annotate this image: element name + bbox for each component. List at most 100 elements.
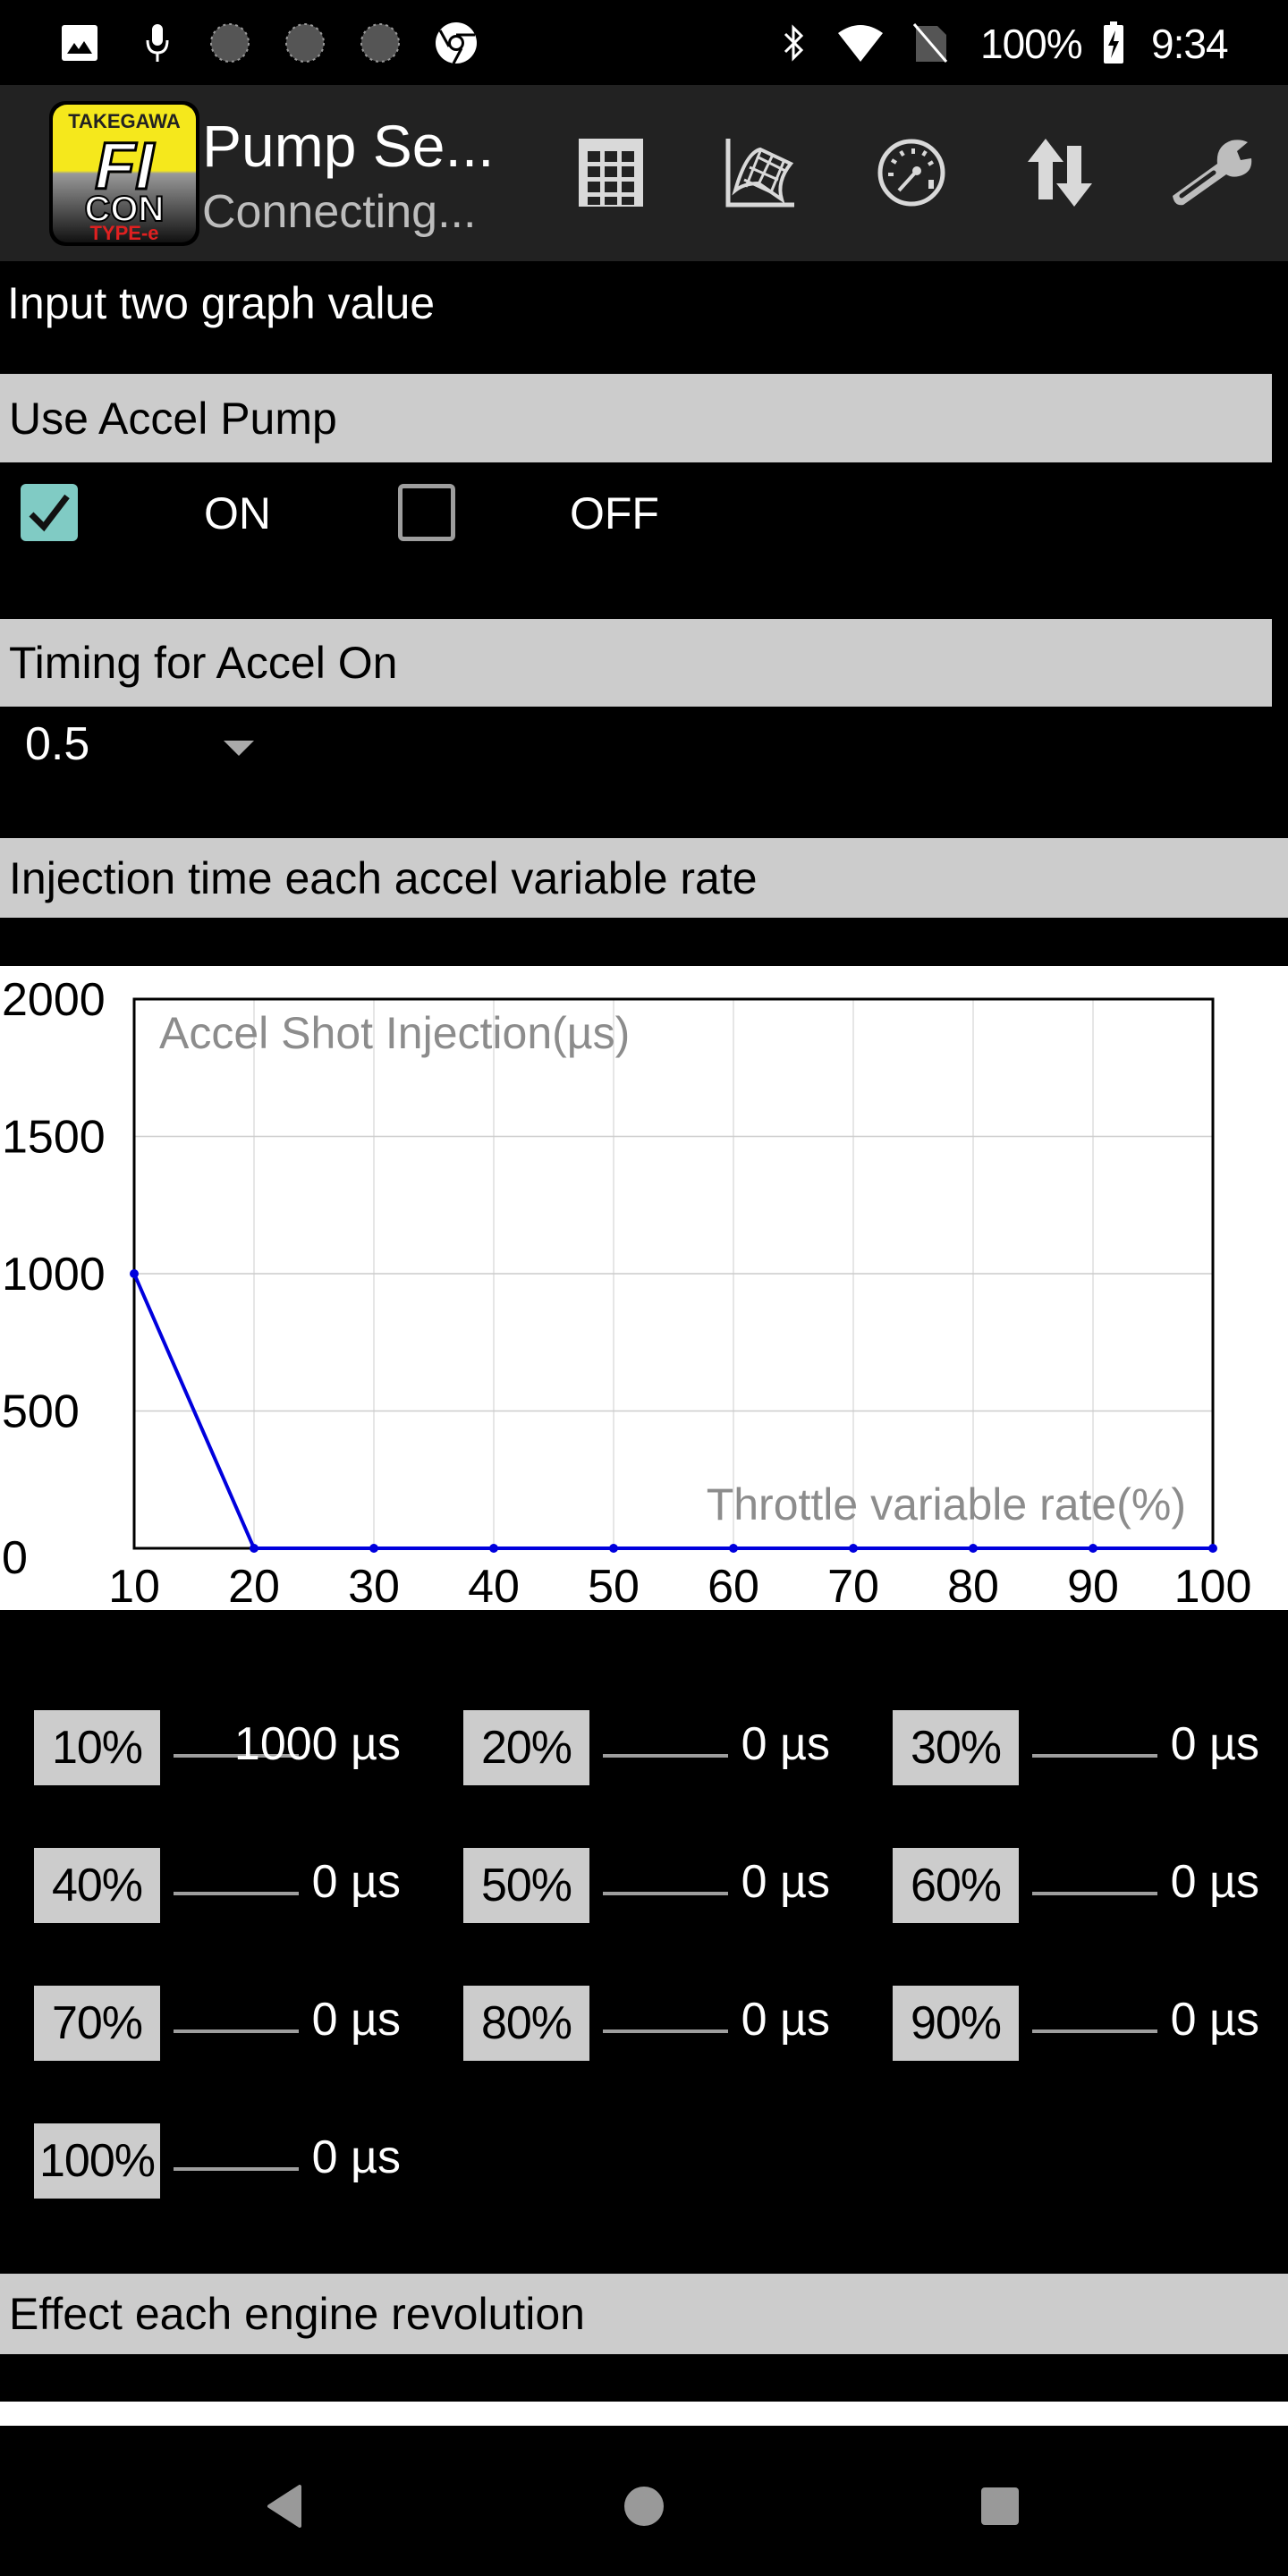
checkmark-icon bbox=[29, 494, 70, 532]
loading-icon bbox=[208, 22, 252, 64]
throttle-rate-button[interactable]: 40% bbox=[34, 1848, 160, 1923]
map-3d-graph-button[interactable] bbox=[711, 125, 809, 224]
x-tick-label: 50 bbox=[588, 1561, 640, 1610]
injection-cell: 10% 1000 µs bbox=[34, 1710, 428, 1785]
3d-graph-icon bbox=[723, 137, 798, 213]
data-point bbox=[1208, 1544, 1217, 1553]
injection-value-input[interactable]: 0 µs bbox=[1171, 1717, 1259, 1771]
timing-accel-on-header: Timing for Accel On bbox=[0, 619, 1272, 707]
data-point bbox=[969, 1544, 978, 1553]
loading-icon bbox=[358, 22, 402, 64]
app-logo[interactable]: TAKEGAWA FI CON TYPE-e bbox=[49, 101, 199, 246]
injection-cell: 60% 0 µs bbox=[893, 1848, 1286, 1923]
x-tick-label: 100 bbox=[1174, 1561, 1252, 1610]
x-axis-label: Throttle variable rate(%) bbox=[707, 1479, 1186, 1530]
wrench-icon bbox=[1169, 137, 1255, 213]
x-tick-label: 70 bbox=[827, 1561, 879, 1610]
throttle-rate-button[interactable]: 90% bbox=[893, 1986, 1019, 2061]
injection-cell: 30% 0 µs bbox=[893, 1710, 1286, 1785]
throttle-rate-button[interactable]: 20% bbox=[463, 1710, 589, 1785]
connection-status: Connecting... bbox=[202, 186, 477, 238]
injection-cell: 100% 0 µs bbox=[34, 2123, 428, 2199]
back-icon bbox=[267, 2485, 301, 2528]
action-bar: TAKEGAWA FI CON TYPE-e Pump Se... Connec… bbox=[0, 85, 1288, 261]
x-tick-label: 80 bbox=[947, 1561, 999, 1610]
data-point bbox=[250, 1544, 258, 1553]
dropdown-arrow-icon bbox=[224, 741, 254, 756]
input-underline bbox=[174, 2029, 299, 2033]
injection-value-input[interactable]: 0 µs bbox=[312, 1993, 401, 2046]
y-tick-label: 500 bbox=[2, 1386, 80, 1438]
speedometer-icon bbox=[876, 137, 947, 213]
chart-title: Accel Shot Injection(µs) bbox=[159, 1008, 630, 1058]
home-icon bbox=[624, 2487, 664, 2526]
next-chart-area bbox=[0, 2402, 1288, 2426]
injection-time-header: Injection time each accel variable rate bbox=[0, 838, 1288, 918]
accel-pump-off-label[interactable]: OFF bbox=[570, 487, 659, 539]
throttle-rate-button[interactable]: 30% bbox=[893, 1710, 1019, 1785]
injection-cell: 20% 0 µs bbox=[463, 1710, 857, 1785]
x-tick-label: 20 bbox=[228, 1561, 280, 1610]
injection-value-input[interactable]: 0 µs bbox=[741, 1993, 830, 2046]
throttle-rate-button[interactable]: 10% bbox=[34, 1710, 160, 1785]
accel-pump-off-checkbox[interactable] bbox=[398, 484, 455, 541]
microphone-icon bbox=[141, 22, 174, 64]
injection-value-input[interactable]: 0 µs bbox=[1171, 1993, 1259, 2046]
logo-type-text: TYPE-e bbox=[89, 222, 158, 244]
data-point bbox=[130, 1269, 139, 1278]
gauge-monitor-button[interactable] bbox=[862, 125, 961, 224]
battery-percent: 100% bbox=[980, 21, 1083, 67]
injection-value-input[interactable]: 0 µs bbox=[741, 1855, 830, 1909]
effect-engine-revolution-header: Effect each engine revolution bbox=[0, 2274, 1288, 2354]
x-tick-label: 60 bbox=[708, 1561, 759, 1610]
data-point bbox=[609, 1544, 618, 1553]
injection-value-input[interactable]: 0 µs bbox=[312, 1855, 401, 1909]
input-underline bbox=[174, 1892, 299, 1895]
injection-cell: 70% 0 µs bbox=[34, 1986, 428, 2061]
throttle-rate-button[interactable]: 60% bbox=[893, 1848, 1019, 1923]
use-accel-pump-header: Use Accel Pump bbox=[0, 374, 1272, 462]
input-underline bbox=[603, 2029, 728, 2033]
injection-cell: 80% 0 µs bbox=[463, 1986, 857, 2061]
injection-value-input[interactable]: 1000 µs bbox=[234, 1717, 401, 1771]
throttle-rate-button[interactable]: 80% bbox=[463, 1986, 589, 2061]
bluetooth-icon bbox=[780, 22, 809, 64]
home-button[interactable] bbox=[608, 2470, 680, 2542]
injection-cell: 50% 0 µs bbox=[463, 1848, 857, 1923]
data-transfer-button[interactable] bbox=[1011, 125, 1109, 224]
injection-cell: 40% 0 µs bbox=[34, 1848, 428, 1923]
grid-table-icon bbox=[575, 137, 647, 213]
throttle-rate-button[interactable]: 50% bbox=[463, 1848, 589, 1923]
clock: 9:34 bbox=[1151, 21, 1229, 67]
settings-button[interactable] bbox=[1163, 125, 1261, 224]
data-point bbox=[729, 1544, 738, 1553]
status-bar: 100% 9:34 bbox=[0, 0, 1288, 85]
loading-icon bbox=[283, 22, 327, 64]
chrome-icon bbox=[433, 22, 479, 64]
wifi-icon bbox=[835, 22, 886, 64]
injection-cell: 90% 0 µs bbox=[893, 1986, 1286, 2061]
gallery-icon bbox=[59, 22, 100, 64]
timing-dropdown-value: 0.5 bbox=[25, 718, 90, 770]
accel-pump-on-checkbox[interactable] bbox=[21, 484, 78, 541]
injection-value-input[interactable]: 0 µs bbox=[312, 2131, 401, 2184]
screen-title: Pump Se... bbox=[202, 113, 495, 179]
throttle-rate-button[interactable]: 70% bbox=[34, 1986, 160, 2061]
up-down-arrows-icon bbox=[1024, 137, 1096, 213]
accel-shot-injection-chart[interactable]: Accel Shot Injection(µs) Throttle variabl… bbox=[0, 966, 1288, 1610]
input-underline bbox=[1032, 1754, 1157, 1758]
data-point bbox=[1089, 1544, 1097, 1553]
data-point bbox=[849, 1544, 858, 1553]
injection-value-input[interactable]: 0 µs bbox=[741, 1717, 830, 1771]
input-underline bbox=[603, 1754, 728, 1758]
recents-button[interactable] bbox=[964, 2470, 1036, 2542]
x-tick-label: 30 bbox=[348, 1561, 400, 1610]
back-button[interactable] bbox=[250, 2470, 322, 2542]
recents-icon bbox=[981, 2487, 1019, 2525]
throttle-rate-button[interactable]: 100% bbox=[34, 2123, 160, 2199]
map-table-button[interactable] bbox=[562, 125, 660, 224]
x-tick-label: 10 bbox=[108, 1561, 160, 1610]
timing-dropdown[interactable]: 0.5 bbox=[25, 716, 267, 780]
injection-value-input[interactable]: 0 µs bbox=[1171, 1855, 1259, 1909]
accel-pump-on-label[interactable]: ON bbox=[204, 487, 271, 539]
